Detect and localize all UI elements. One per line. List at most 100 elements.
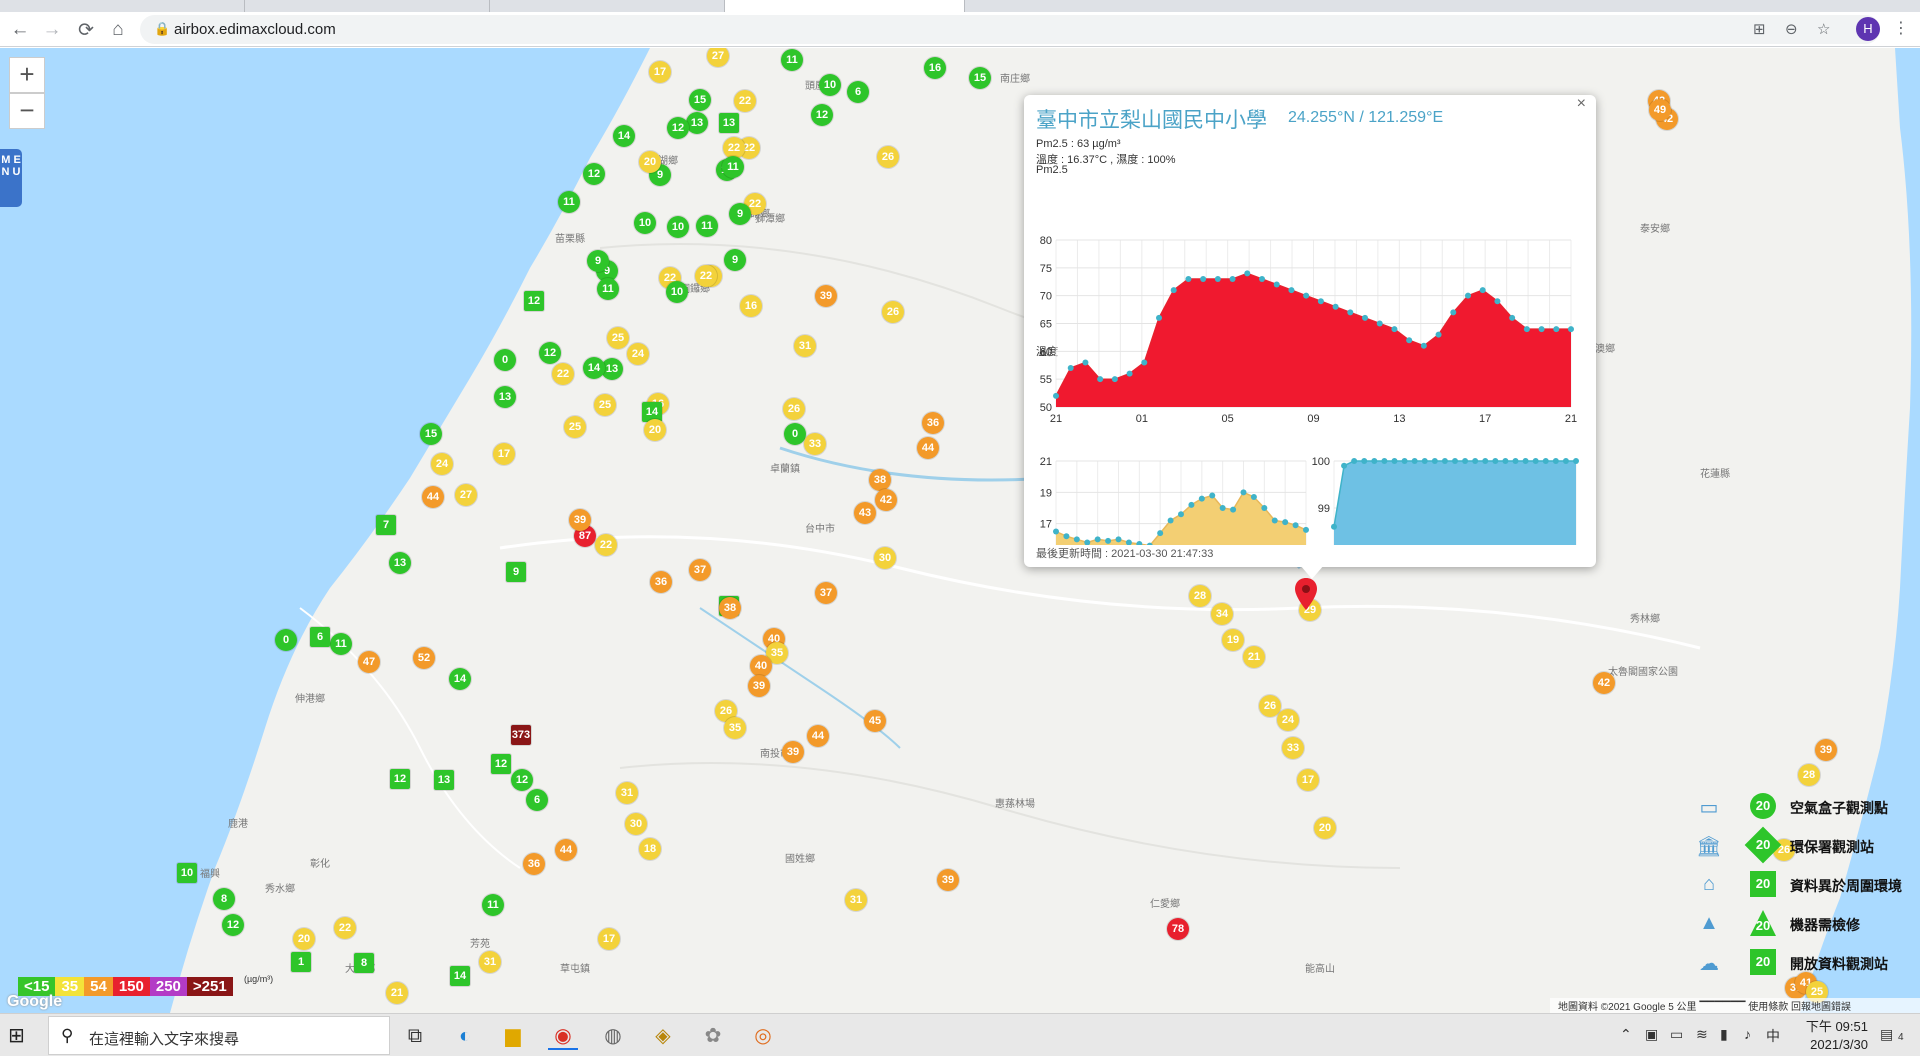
- chrome-icon[interactable]: ◉: [548, 1022, 578, 1050]
- wifi-icon[interactable]: ≋: [1696, 1026, 1708, 1043]
- station-marker-square[interactable]: 1: [291, 952, 311, 972]
- airbox-marker[interactable]: 21: [1243, 646, 1265, 668]
- airbox-marker[interactable]: 11: [558, 191, 580, 213]
- airbox-marker[interactable]: 24: [627, 343, 649, 365]
- airbox-marker[interactable]: 17: [649, 61, 671, 83]
- address-bar[interactable]: 🔒 airbox.edimaxcloud.com ⊞ ⊖ ☆: [140, 15, 1880, 44]
- airbox-marker[interactable]: 33: [1282, 737, 1304, 759]
- station-marker-square[interactable]: 373: [511, 725, 531, 745]
- airbox-marker[interactable]: 47: [358, 651, 380, 673]
- bookmark-star-icon[interactable]: ☆: [1817, 20, 1830, 38]
- profile-avatar[interactable]: H: [1856, 17, 1880, 41]
- tray-chevron-icon[interactable]: ⌃: [1620, 1026, 1632, 1043]
- airbox-marker[interactable]: 33: [804, 433, 826, 455]
- airbox-marker[interactable]: 28: [1798, 764, 1820, 786]
- airbox-marker[interactable]: 31: [845, 889, 867, 911]
- airbox-marker[interactable]: 39: [1815, 739, 1837, 761]
- airbox-marker[interactable]: 43: [854, 502, 876, 524]
- station-marker-square[interactable]: 8: [354, 953, 374, 973]
- airbox-marker[interactable]: 45: [864, 710, 886, 732]
- airbox-marker[interactable]: 25: [594, 394, 616, 416]
- airbox-marker[interactable]: 42: [1593, 672, 1615, 694]
- airbox-marker[interactable]: 25: [564, 416, 586, 438]
- airbox-marker[interactable]: 19: [1222, 629, 1244, 651]
- airbox-marker[interactable]: 17: [493, 443, 515, 465]
- airbox-marker[interactable]: 16: [740, 295, 762, 317]
- browser-tab[interactable]: [0, 0, 245, 12]
- station-marker-square[interactable]: 12: [491, 754, 511, 774]
- airbox-marker[interactable]: 44: [422, 486, 444, 508]
- app-icon[interactable]: ◎: [748, 1022, 778, 1050]
- airbox-marker[interactable]: 20: [644, 419, 666, 441]
- file-explorer-icon[interactable]: ▆: [498, 1022, 528, 1050]
- taskbar-search[interactable]: ⚲ 在這裡輸入文字來搜尋: [48, 1016, 390, 1055]
- station-marker-square[interactable]: 7: [376, 515, 396, 535]
- airbox-marker[interactable]: 26: [877, 146, 899, 168]
- edge-icon[interactable]: ◐: [450, 1022, 480, 1050]
- airbox-marker[interactable]: 31: [616, 782, 638, 804]
- station-marker-square[interactable]: 13: [719, 113, 739, 133]
- airbox-marker[interactable]: 44: [917, 437, 939, 459]
- browser-tab[interactable]: [490, 0, 725, 12]
- airbox-marker[interactable]: 40: [750, 655, 772, 677]
- airbox-marker[interactable]: 17: [598, 928, 620, 950]
- tray-icon[interactable]: ▣: [1645, 1026, 1658, 1043]
- airbox-marker[interactable]: 6: [847, 81, 869, 103]
- airbox-marker[interactable]: 10: [634, 212, 656, 234]
- airbox-marker[interactable]: 28: [1189, 585, 1211, 607]
- airbox-marker[interactable]: 25: [607, 327, 629, 349]
- airbox-marker[interactable]: 14: [449, 668, 471, 690]
- airbox-marker[interactable]: 31: [479, 951, 501, 973]
- station-marker-square[interactable]: 6: [310, 627, 330, 647]
- windows-start-icon[interactable]: ⊞: [8, 1023, 38, 1049]
- airbox-marker[interactable]: 22: [552, 363, 574, 385]
- airbox-marker[interactable]: 14: [613, 125, 635, 147]
- airbox-marker[interactable]: 0: [494, 349, 516, 371]
- airbox-marker[interactable]: 22: [334, 917, 356, 939]
- airbox-marker[interactable]: 30: [625, 813, 647, 835]
- airbox-marker[interactable]: 26: [783, 398, 805, 420]
- browser-tab[interactable]: [245, 0, 490, 12]
- airbox-marker[interactable]: 10: [667, 216, 689, 238]
- airbox-marker[interactable]: 31: [794, 335, 816, 357]
- airbox-marker[interactable]: 36: [523, 853, 545, 875]
- app-icon[interactable]: ◈: [648, 1022, 678, 1050]
- airbox-marker[interactable]: 44: [807, 725, 829, 747]
- airbox-marker[interactable]: 12: [539, 342, 561, 364]
- airbox-marker[interactable]: 0: [275, 629, 297, 651]
- station-marker-square[interactable]: 13: [434, 770, 454, 790]
- volume-icon[interactable]: ♪: [1744, 1026, 1751, 1042]
- airbox-marker[interactable]: 11: [597, 278, 619, 300]
- zoom-in-button[interactable]: +: [9, 57, 45, 93]
- airbox-marker[interactable]: 22: [595, 534, 617, 556]
- airbox-marker[interactable]: 11: [696, 215, 718, 237]
- task-view-icon[interactable]: ⧉: [400, 1022, 430, 1050]
- airbox-marker[interactable]: 20: [1314, 817, 1336, 839]
- airbox-marker[interactable]: 36: [922, 412, 944, 434]
- airbox-marker[interactable]: 49: [1649, 99, 1671, 121]
- airbox-marker[interactable]: 78: [1167, 918, 1189, 940]
- airbox-marker[interactable]: 26: [882, 301, 904, 323]
- airbox-marker[interactable]: 12: [811, 104, 833, 126]
- airbox-marker[interactable]: 11: [482, 894, 504, 916]
- tray-icon[interactable]: ▭: [1670, 1026, 1683, 1043]
- airbox-marker[interactable]: 20: [293, 928, 315, 950]
- app-icon[interactable]: ✿: [698, 1022, 728, 1050]
- airbox-marker[interactable]: 14: [583, 357, 605, 379]
- notification-icon[interactable]: ▤: [1880, 1026, 1893, 1043]
- airbox-marker[interactable]: 15: [420, 423, 442, 445]
- airbox-marker[interactable]: 10: [666, 281, 688, 303]
- airbox-marker[interactable]: 17: [1297, 769, 1319, 791]
- airbox-marker[interactable]: 27: [455, 484, 477, 506]
- airbox-marker[interactable]: 35: [724, 717, 746, 739]
- home-icon[interactable]: ⌂: [104, 16, 132, 44]
- station-marker-square[interactable]: 10: [177, 863, 197, 883]
- airbox-marker[interactable]: 24: [431, 453, 453, 475]
- airbox-marker[interactable]: 13: [389, 552, 411, 574]
- location-pin-icon[interactable]: [1295, 578, 1317, 610]
- zoom-out-button[interactable]: −: [9, 93, 45, 129]
- station-marker-square[interactable]: 12: [524, 291, 544, 311]
- airbox-marker[interactable]: 12: [667, 117, 689, 139]
- airbox-marker[interactable]: 39: [815, 285, 837, 307]
- browser-tab-active[interactable]: [725, 0, 965, 12]
